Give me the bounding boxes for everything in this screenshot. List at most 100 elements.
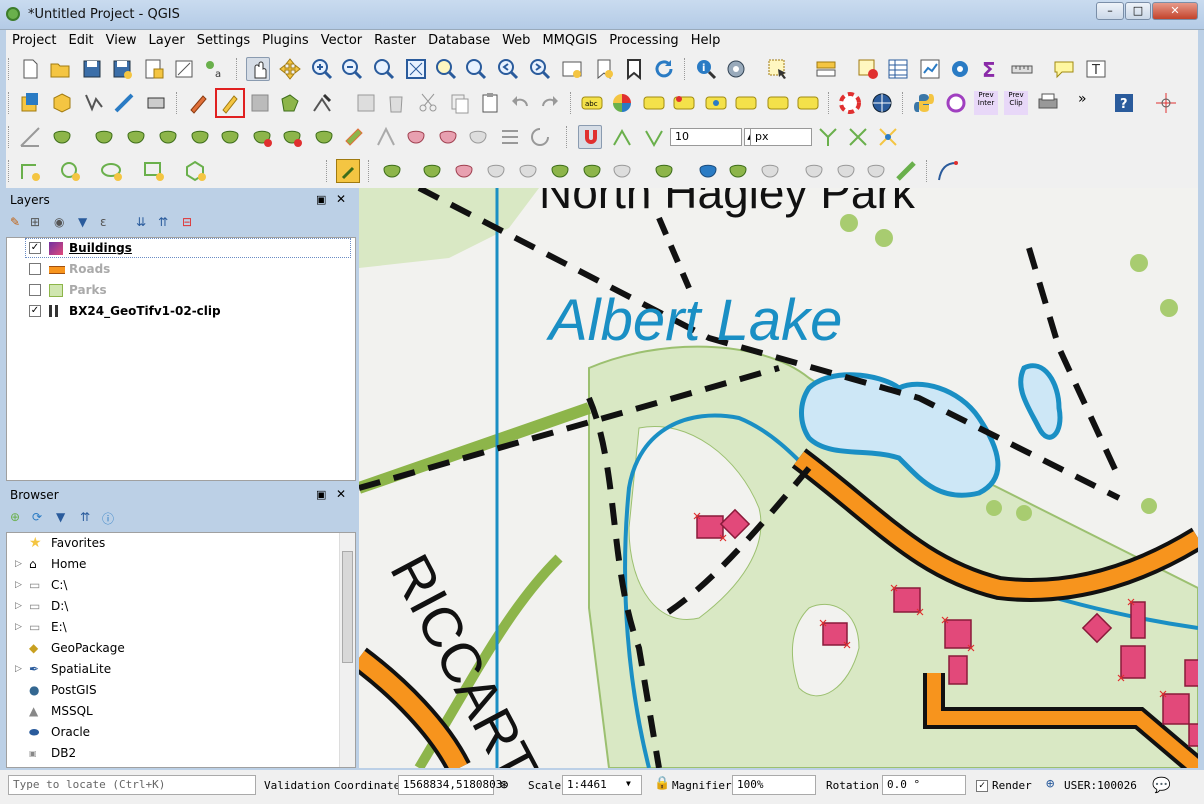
snapping-mode-icon[interactable] [610, 125, 634, 149]
toolbar-grip[interactable] [926, 160, 930, 182]
maximize-button[interactable]: □ [1125, 2, 1151, 20]
digitizing-tool-12-icon[interactable] [758, 159, 782, 183]
browser-item-oracle[interactable]: ⬬ Oracle [7, 722, 337, 743]
layer-row-roads[interactable]: Roads [7, 259, 337, 280]
digitizing-tool-4-icon[interactable] [484, 159, 508, 183]
crs-label[interactable]: USER:100026 [1064, 779, 1137, 792]
building-polygon[interactable] [1120, 645, 1146, 679]
zoom-last-icon[interactable] [496, 57, 520, 81]
new-geopackage-layer-icon[interactable] [50, 91, 74, 115]
expand-arrow-icon[interactable]: ▷ [15, 617, 22, 638]
menu-mmqgis[interactable]: MMQGIS [536, 30, 603, 51]
toolbar-grip[interactable] [8, 58, 12, 80]
menu-database[interactable]: Database [422, 30, 496, 51]
prev-inter-button[interactable]: Prev Inter [974, 91, 998, 115]
statistics-icon[interactable] [918, 57, 942, 81]
digitizing-tool-2-icon[interactable] [420, 159, 444, 183]
attribute-table-icon[interactable] [886, 57, 910, 81]
validation-label[interactable]: Validation [264, 779, 330, 792]
polygon-tool-4-icon[interactable] [156, 125, 180, 149]
digitizing-tool-13-icon[interactable] [802, 159, 826, 183]
expand-arrow-icon[interactable]: ▷ [15, 659, 22, 680]
close-panel-icon[interactable]: ✕ [336, 487, 346, 501]
chevron-down-icon[interactable]: ▼ [626, 779, 631, 788]
refresh-icon[interactable] [652, 57, 676, 81]
menu-view[interactable]: View [100, 30, 143, 51]
collapse-all-icon[interactable]: ⇈ [158, 215, 168, 229]
deselect-all-icon[interactable] [856, 57, 880, 81]
select-by-value-icon[interactable] [814, 57, 838, 81]
python-console-icon[interactable] [912, 91, 936, 115]
toolbar-overflow-icon[interactable]: » [1078, 91, 1102, 115]
toolbar-grip[interactable] [570, 92, 574, 114]
menu-raster[interactable]: Raster [368, 30, 422, 51]
vertex-grey-icon[interactable] [374, 125, 398, 149]
building-polygon[interactable] [1184, 659, 1198, 687]
undo-icon[interactable] [508, 91, 532, 115]
snap-tolerance-input[interactable]: 10 [670, 128, 742, 146]
data-source-manager-icon[interactable] [18, 91, 42, 115]
add-mesh-layer-icon[interactable] [144, 91, 168, 115]
new-bookmark-icon[interactable] [592, 57, 616, 81]
plugin-globe-icon[interactable] [870, 91, 894, 115]
digitizing-tool-3-icon[interactable] [452, 159, 476, 183]
modify-attributes-icon[interactable] [354, 91, 378, 115]
refresh-icon[interactable]: ⟳ [32, 510, 42, 524]
browser-item-mssql[interactable]: ▲ MSSQL [7, 701, 337, 722]
layer-checkbox[interactable] [29, 284, 41, 296]
digitizing-tool-7-icon[interactable] [580, 159, 604, 183]
menu-edit[interactable]: Edit [62, 30, 99, 51]
add-raster-layer-icon[interactable] [112, 91, 136, 115]
close-panel-icon[interactable]: ✕ [336, 192, 346, 206]
advanced-digitizing-icon[interactable] [18, 125, 42, 149]
expand-arrow-icon[interactable]: ▷ [15, 575, 22, 596]
plugin-printer-icon[interactable] [1036, 91, 1060, 115]
topological-editing-icon[interactable] [816, 125, 840, 149]
remove-layer-icon[interactable]: ⊟ [182, 215, 192, 229]
zoom-native-icon[interactable] [372, 57, 396, 81]
add-regular-polygon-icon[interactable] [184, 159, 208, 183]
save-as-icon[interactable] [110, 57, 134, 81]
browser-item-e-drive[interactable]: ▷ ▭ E:\ [7, 617, 337, 638]
show-bookmarks-icon[interactable] [622, 57, 646, 81]
menu-settings[interactable]: Settings [191, 30, 256, 51]
layer-diagram-icon[interactable] [610, 91, 634, 115]
pan-to-selection-icon[interactable] [278, 57, 302, 81]
save-layer-edits-icon[interactable] [248, 91, 272, 115]
polygon-tool-2-icon[interactable] [92, 125, 116, 149]
save-project-icon[interactable] [80, 57, 104, 81]
add-layers-icon[interactable]: ⊕ [10, 510, 20, 524]
digitizing-tool-16-icon[interactable] [894, 159, 918, 183]
browser-item-spatialite[interactable]: ▷ ✒ SpatiaLite [7, 659, 337, 680]
polygon-tool-6-icon[interactable] [218, 125, 242, 149]
browser-item-d-drive[interactable]: ▷ ▭ D:\ [7, 596, 337, 617]
digitizing-tool-14-icon[interactable] [834, 159, 858, 183]
lock-scale-icon[interactable]: 🔒 [654, 776, 670, 791]
building-polygon[interactable] [944, 619, 972, 649]
building-polygon[interactable] [1162, 693, 1190, 725]
polygon-tool-10-icon[interactable] [342, 125, 366, 149]
pin-labels-icon[interactable] [672, 91, 696, 115]
copy-features-icon[interactable] [448, 91, 472, 115]
filter-expression-icon[interactable]: ε [100, 215, 107, 229]
snapping-intersection-icon[interactable] [846, 125, 870, 149]
zoom-next-icon[interactable] [528, 57, 552, 81]
info-icon[interactable]: ⓘ [102, 510, 114, 527]
zoom-to-layer-icon[interactable] [464, 57, 488, 81]
settings-gear-icon[interactable] [948, 57, 972, 81]
plugin-circle-icon[interactable] [944, 91, 968, 115]
help-icon[interactable]: ? [1112, 91, 1136, 115]
cut-features-icon[interactable] [416, 91, 440, 115]
toolbar-grip[interactable] [236, 58, 240, 80]
add-group-icon[interactable]: ⊞ [30, 215, 40, 229]
zoom-out-icon[interactable] [340, 57, 364, 81]
minimize-button[interactable]: – [1096, 2, 1124, 20]
measure-line-icon[interactable] [1010, 57, 1034, 81]
toolbar-grip[interactable] [8, 92, 12, 114]
change-label-icon[interactable] [796, 91, 820, 115]
layer-row-buildings[interactable]: ✓ Buildings [7, 238, 351, 259]
new-print-layout-icon[interactable] [142, 57, 166, 81]
browser-item-postgis[interactable]: ● PostGIS [7, 680, 337, 701]
toolbar-grip[interactable] [8, 126, 12, 148]
layer-checkbox[interactable] [29, 263, 41, 275]
